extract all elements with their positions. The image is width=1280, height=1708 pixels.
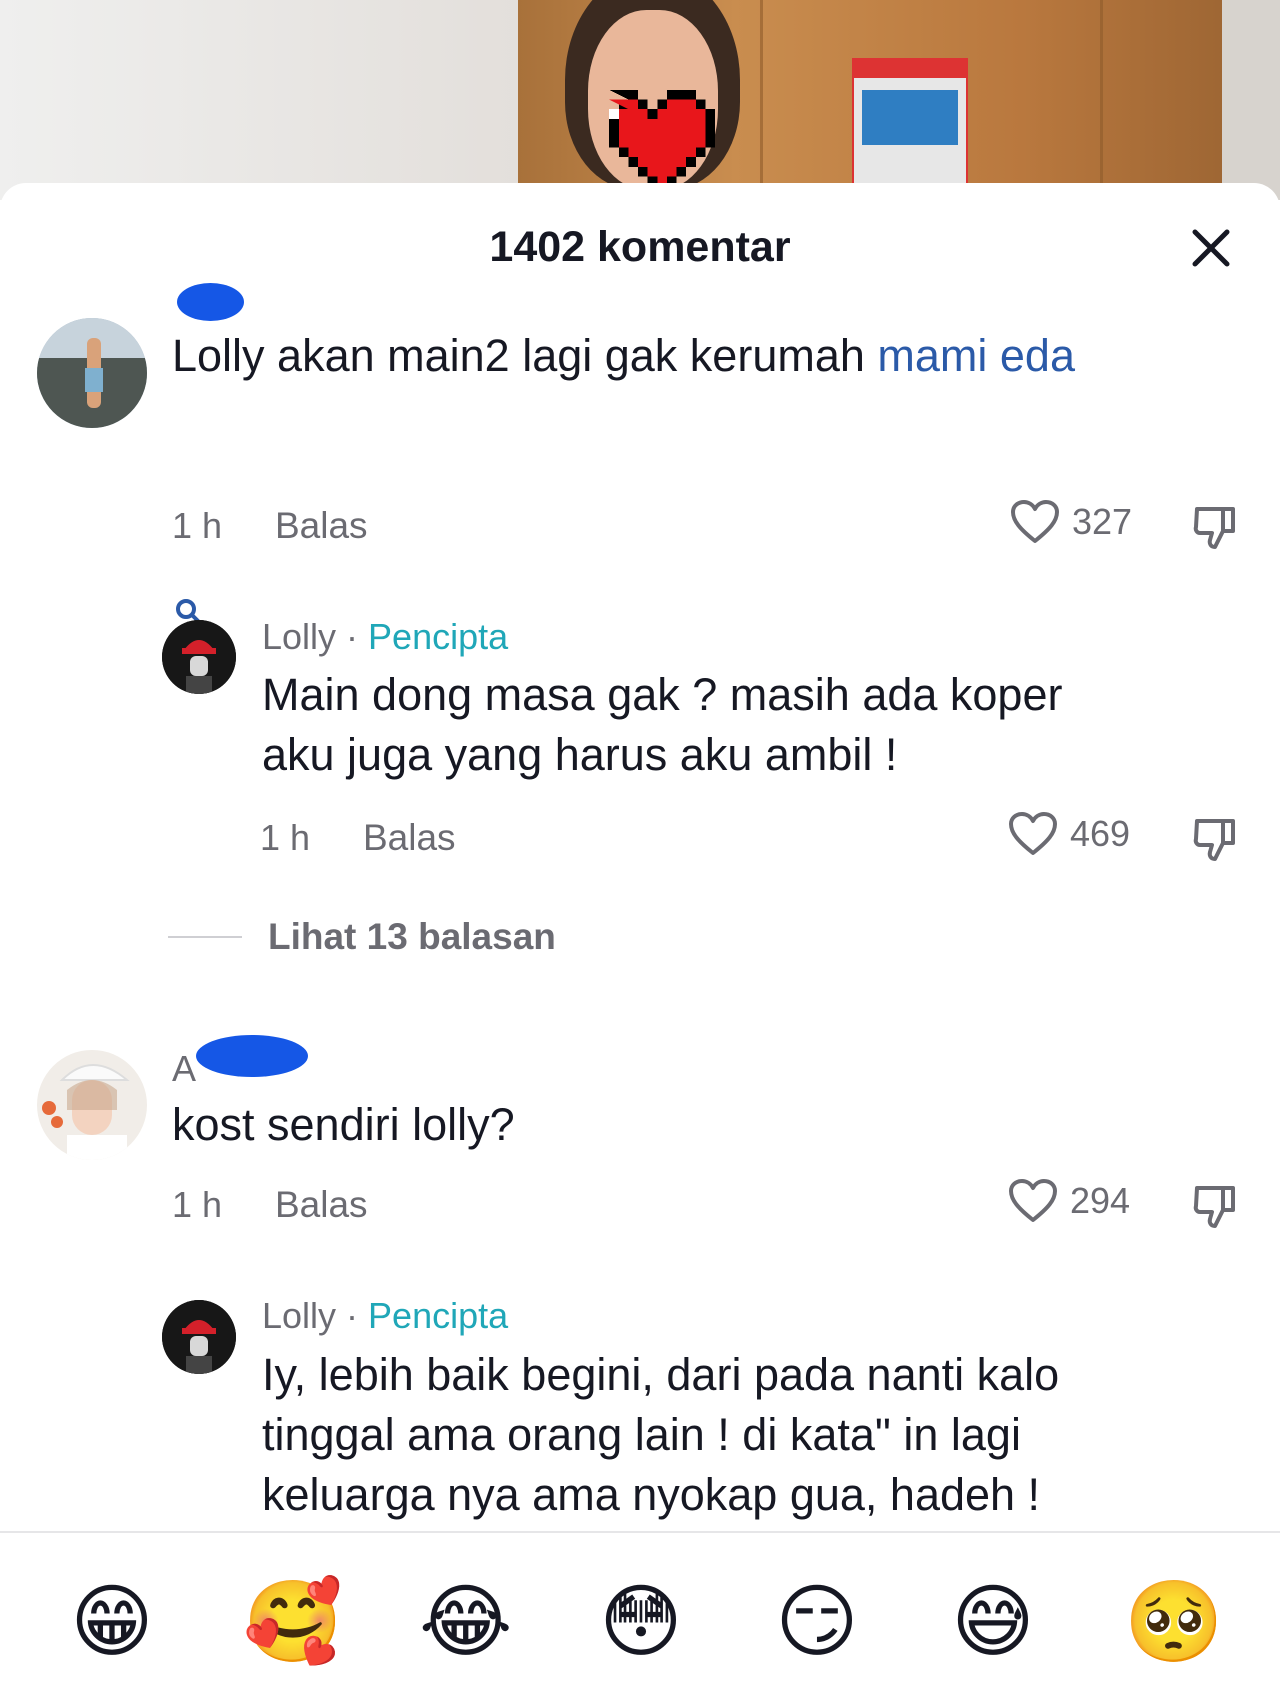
door-panel-line [1100,0,1103,200]
pixel-heart-sticker [609,89,715,188]
creator-avatar-image [162,620,236,694]
comment-time: 1 h [172,505,223,546]
reply-button[interactable]: Balas [363,817,456,859]
like-button[interactable]: 327 [1010,499,1132,545]
door-sign [852,58,968,186]
comment-body: Lolly akan main2 lagi gak kerumah [172,330,878,381]
reply-line: Iy, lebih baik begini, dari pada nanti k… [262,1349,1060,1400]
username-separator: · [336,1295,369,1336]
emoji-smirk[interactable]: 😏 [772,1577,862,1667]
comment-username: A [172,1048,197,1089]
emoji-tears-of-joy[interactable]: 😂 [419,1577,512,1667]
heart-icon [1009,812,1057,855]
like-count: 327 [1072,501,1133,542]
dislike-icon[interactable] [1189,503,1239,553]
emoji-smiling-hearts[interactable]: 🥰 [243,1577,343,1667]
emoji-pleading[interactable]: 🥺 [1124,1577,1224,1667]
replies-divider [168,936,242,938]
username-text: Lolly [262,616,337,657]
creator-avatar[interactable] [162,620,236,694]
creator-avatar[interactable] [162,1300,236,1374]
heart-icon [1011,500,1059,543]
wall [0,0,520,200]
video-background [0,0,1280,200]
close-icon[interactable] [1186,223,1236,273]
emoji-sweat-smile[interactable]: 😅 [948,1577,1038,1667]
dislike-icon[interactable] [1189,815,1239,865]
view-replies-button[interactable]: Lihat 13 balasan [168,916,556,958]
avatar[interactable] [37,1050,147,1160]
reply-line: Main dong masa gak ? masih ada koper [262,669,1063,720]
comment-count-title: 1402 komentar [489,223,791,271]
reply-text: Main dong masa gak ? masih ada koper aku… [262,665,1062,785]
comment-text: Lolly akan main2 lagi gak kerumah mami e… [172,326,1075,386]
comment-username: Lolly · Pencipta [262,616,508,658]
avatar-image [37,318,147,428]
comment-text: kost sendiri lolly? [172,1099,515,1150]
creator-badge: Pencipta [368,1295,509,1336]
username-text: Lolly [262,1295,337,1336]
door-panel-line [760,0,763,200]
mention-link[interactable]: mami eda [877,330,1075,381]
redacted-username [177,283,244,321]
door-frame [1222,0,1280,200]
like-button[interactable]: 294 [1008,1178,1130,1224]
door-sign-body [862,90,958,145]
reply-button[interactable]: Balas [275,1184,368,1226]
view-replies-label: Lihat 13 balasan [268,916,556,957]
like-button[interactable]: 469 [1008,811,1130,857]
comment-time: 1 h [260,817,311,858]
creator-avatar-image [162,1300,236,1374]
emoji-quick-bar: 😁 🥰 😂 😳 😏 😅 🥺 [0,1531,1280,1708]
like-count: 294 [1070,1180,1131,1221]
comment-username: Lolly · Pencipta [262,1295,508,1337]
reply-text: Iy, lebih baik begini, dari pada nanti k… [262,1345,1059,1525]
creator-badge: Pencipta [368,616,509,657]
comments-sheet: 1402 komentar Lolly akan main2 lagi gak … [0,183,1280,1706]
avatar[interactable] [37,318,147,428]
dislike-icon[interactable] [1189,1182,1239,1232]
reply-button[interactable]: Balas [275,505,368,547]
reply-line: aku juga yang harus aku ambil ! [262,729,898,780]
reply-line: tinggal ama orang lain ! di kata" in lag… [262,1409,1021,1460]
username-separator: · [336,616,369,657]
emoji-flushed[interactable]: 😳 [596,1577,686,1667]
emoji-grin[interactable]: 😁 [67,1577,157,1667]
door-sign-header [854,60,966,78]
avatar-image [37,1050,147,1160]
like-count: 469 [1070,813,1131,854]
comment-time: 1 h [172,1184,223,1225]
reply-line: keluarga nya ama nyokap gua, hadeh ! [262,1469,1041,1520]
redacted-username [196,1035,308,1077]
heart-icon [1009,1179,1057,1222]
